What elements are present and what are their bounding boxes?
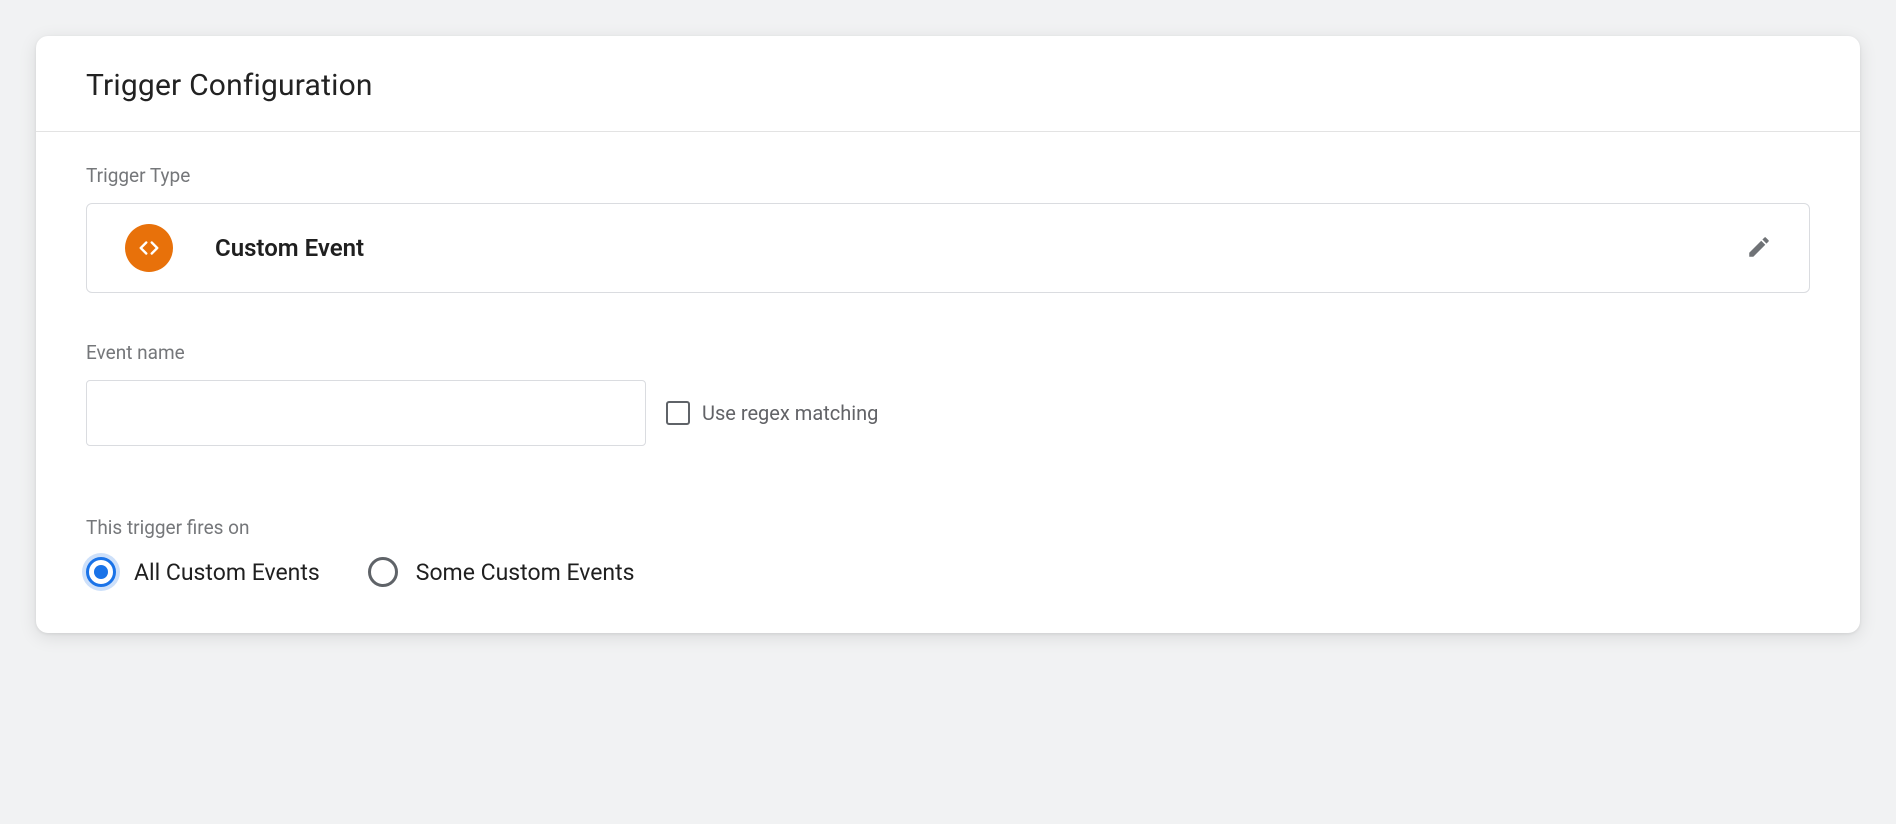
code-icon: [125, 224, 173, 272]
trigger-type-name: Custom Event: [215, 234, 1737, 262]
use-regex-checkbox[interactable]: Use regex matching: [666, 401, 878, 425]
trigger-type-selector[interactable]: Custom Event: [86, 203, 1810, 293]
event-name-label: Event name: [86, 341, 1810, 364]
radio-label-all: All Custom Events: [134, 559, 320, 586]
trigger-configuration-card: Trigger Configuration Trigger Type Custo…: [36, 36, 1860, 633]
card-body: Trigger Type Custom Event: [36, 132, 1860, 633]
use-regex-label: Use regex matching: [702, 401, 878, 425]
radio-some-custom-events[interactable]: Some Custom Events: [368, 557, 635, 587]
trigger-type-label: Trigger Type: [86, 164, 1810, 187]
card-header: Trigger Configuration: [36, 36, 1860, 132]
fires-on-label: This trigger fires on: [86, 516, 1810, 539]
checkbox-icon: [666, 401, 690, 425]
pencil-icon: [1746, 234, 1772, 263]
card-title: Trigger Configuration: [86, 68, 1810, 103]
event-name-input[interactable]: [86, 380, 646, 446]
radio-selected-icon: [86, 557, 116, 587]
event-name-row: Use regex matching: [86, 380, 1810, 446]
fires-on-radio-group: All Custom Events Some Custom Events: [86, 557, 1810, 587]
radio-label-some: Some Custom Events: [416, 559, 635, 586]
edit-trigger-type-button[interactable]: [1737, 226, 1781, 270]
radio-unselected-icon: [368, 557, 398, 587]
radio-all-custom-events[interactable]: All Custom Events: [86, 557, 320, 587]
